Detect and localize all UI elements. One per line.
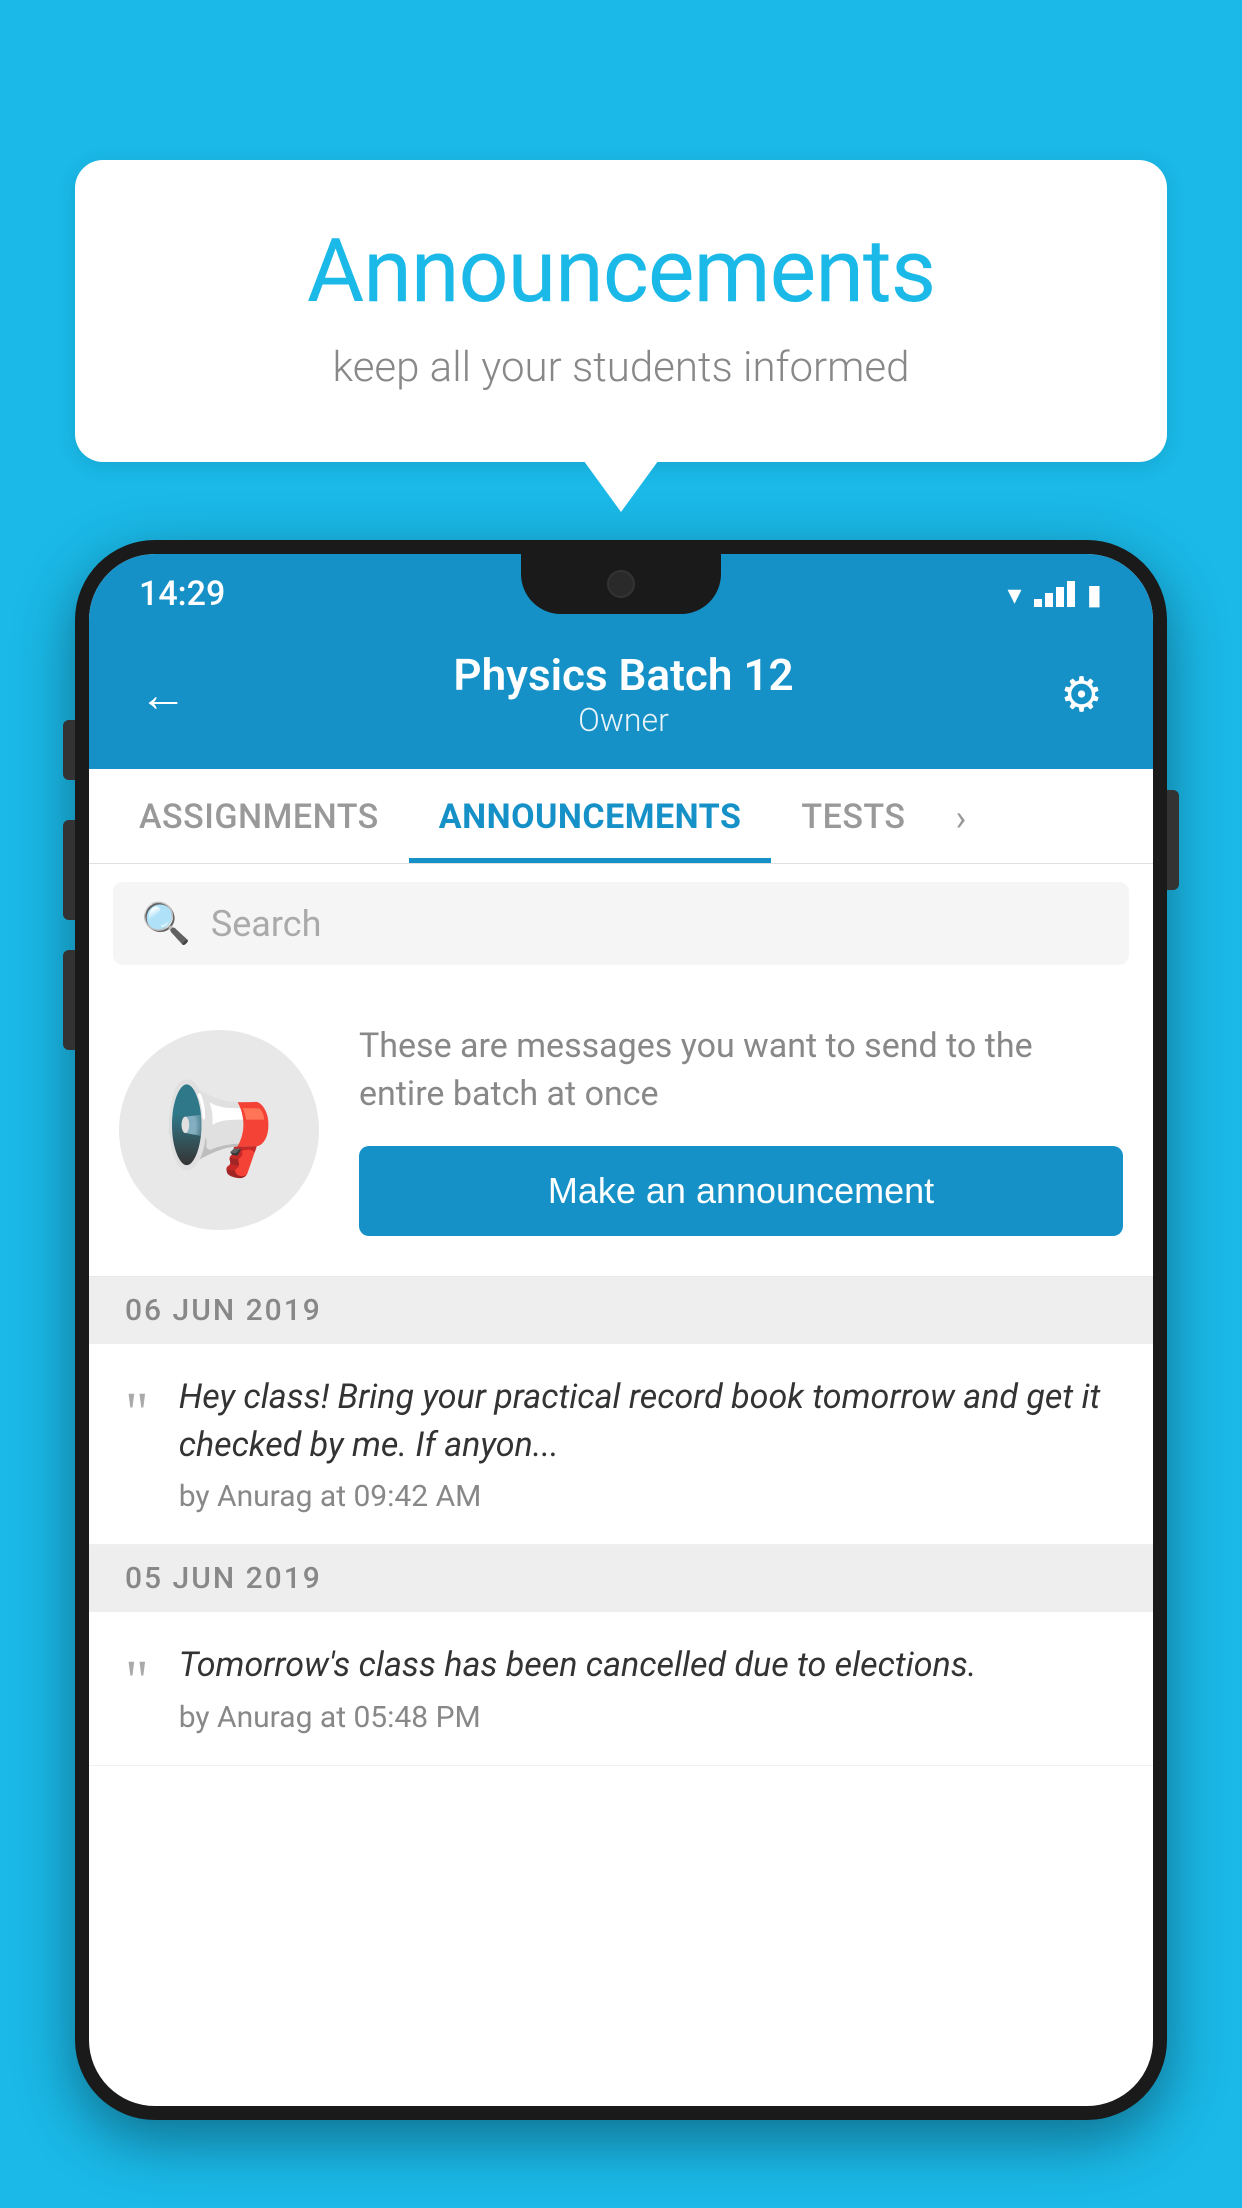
date-separator-2: 05 JUN 2019 <box>89 1545 1153 1612</box>
front-camera <box>607 570 635 598</box>
tab-tests[interactable]: TESTS <box>771 769 935 863</box>
tab-announcements[interactable]: ANNOUNCEMENTS <box>409 769 772 863</box>
volume-up-button <box>63 820 75 920</box>
announcements-title: Announcements <box>125 220 1117 323</box>
owner-label: Owner <box>187 701 1060 739</box>
battery-icon: ▮ <box>1087 578 1103 611</box>
announcement-item-1[interactable]: " Hey class! Bring your practical record… <box>89 1344 1153 1545</box>
back-button[interactable]: ← <box>139 666 187 723</box>
status-time: 14:29 <box>139 574 225 614</box>
search-container: 🔍 Search <box>89 864 1153 983</box>
announcement-text-1: Hey class! Bring your practical record b… <box>179 1374 1117 1469</box>
status-icons: ▾ ▮ <box>1008 578 1103 611</box>
announcement-right: These are messages you want to send to t… <box>359 1023 1123 1236</box>
header-title-group: Physics Batch 12 Owner <box>187 649 1060 739</box>
tabs-bar: ASSIGNMENTS ANNOUNCEMENTS TESTS › <box>89 769 1153 864</box>
announcement-author-1: by Anurag at 09:42 AM <box>179 1479 1117 1514</box>
announcement-text-2: Tomorrow's class has been cancelled due … <box>179 1642 1117 1690</box>
date-separator-1: 06 JUN 2019 <box>89 1277 1153 1344</box>
settings-icon[interactable]: ⚙ <box>1060 666 1103 723</box>
announcement-description: These are messages you want to send to t… <box>359 1023 1123 1118</box>
announcement-content-2: Tomorrow's class has been cancelled due … <box>179 1642 1117 1735</box>
phone-notch <box>521 554 721 614</box>
search-bar[interactable]: 🔍 Search <box>113 882 1129 965</box>
phone-screen: 14:29 ▾ ▮ ← Physics Batch 12 Owner ⚙ <box>89 554 1153 2106</box>
quote-icon-2: " <box>125 1652 149 1710</box>
search-input[interactable]: Search <box>211 903 322 945</box>
quote-icon-1: " <box>125 1384 149 1442</box>
announcement-author-2: by Anurag at 05:48 PM <box>179 1700 1117 1735</box>
batch-name: Physics Batch 12 <box>187 649 1060 701</box>
signal-icon <box>1034 581 1075 607</box>
volume-down-button <box>63 950 75 1050</box>
phone-frame: 14:29 ▾ ▮ ← Physics Batch 12 Owner ⚙ <box>75 540 1167 2208</box>
tab-more-icon[interactable]: › <box>935 769 986 863</box>
announcement-item-2[interactable]: " Tomorrow's class has been cancelled du… <box>89 1612 1153 1766</box>
announcements-subtitle: keep all your students informed <box>125 343 1117 392</box>
make-announcement-button[interactable]: Make an announcement <box>359 1146 1123 1236</box>
volume-silent-button <box>63 720 75 780</box>
phone-body: 14:29 ▾ ▮ ← Physics Batch 12 Owner ⚙ <box>75 540 1167 2120</box>
announcement-prompt: 📢 These are messages you want to send to… <box>89 983 1153 1277</box>
tab-assignments[interactable]: ASSIGNMENTS <box>109 769 409 863</box>
wifi-icon: ▾ <box>1008 578 1022 611</box>
app-header: ← Physics Batch 12 Owner ⚙ <box>89 624 1153 769</box>
search-icon: 🔍 <box>141 900 191 947</box>
speech-bubble: Announcements keep all your students inf… <box>75 160 1167 462</box>
announcement-content-1: Hey class! Bring your practical record b… <box>179 1374 1117 1514</box>
megaphone-circle: 📢 <box>119 1030 319 1230</box>
power-button <box>1167 790 1179 890</box>
megaphone-icon: 📢 <box>163 1077 275 1182</box>
